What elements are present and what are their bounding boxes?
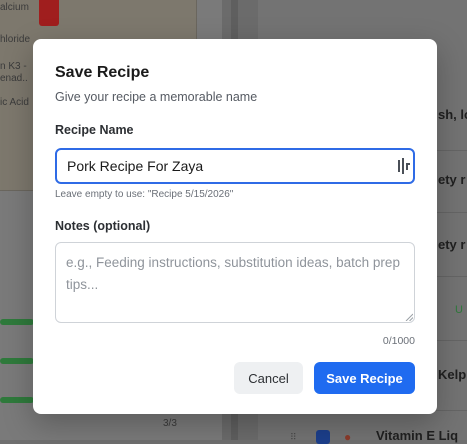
background-nutrient-label: ic Acid	[0, 97, 29, 108]
drag-handle-icon: ⠿	[290, 432, 298, 442]
background-checkbox	[316, 430, 330, 444]
recipe-name-hint: Leave empty to use: "Recipe 5/15/2026"	[55, 189, 234, 200]
cancel-button[interactable]: Cancel	[234, 362, 303, 394]
password-manager-icon[interactable]	[398, 158, 410, 174]
background-ingredient-name: sh, lo	[438, 107, 467, 122]
background-nutrient-label: alcium	[0, 2, 29, 13]
recipe-name-label: Recipe Name	[55, 123, 134, 137]
notes-character-counter: 0/1000	[382, 335, 415, 347]
background-nutrient-label: n K3 -	[0, 61, 27, 72]
background-nutrient-label: enad..	[0, 73, 28, 84]
pill-icon: ●	[344, 430, 352, 444]
background-progress-bar	[0, 319, 34, 325]
background-progress-bar	[0, 397, 34, 403]
dialog-subtitle: Give your recipe a memorable name	[55, 90, 258, 104]
notes-textarea[interactable]	[55, 242, 415, 323]
resize-grip-icon[interactable]	[405, 313, 413, 321]
background-ingredient-name: ety r	[438, 172, 466, 187]
background-ingredient-name: Vitamin E Liq	[376, 428, 459, 443]
background-ingredient-name: Kelp	[438, 367, 467, 382]
dialog-title: Save Recipe	[55, 64, 150, 81]
save-recipe-dialog: Save Recipe Give your recipe a memorable…	[33, 39, 437, 414]
background-nutrient-label: hloride	[0, 34, 31, 45]
background-status-text: U	[455, 304, 463, 316]
background-progress-bar	[0, 358, 34, 364]
recipe-name-input[interactable]	[55, 148, 415, 184]
background-ingredient-name: ety r	[438, 237, 466, 252]
notes-label: Notes (optional)	[55, 219, 151, 233]
background-set-count: 3/3	[163, 418, 177, 429]
background-red-bar	[39, 0, 59, 26]
save-recipe-button[interactable]: Save Recipe	[314, 362, 415, 394]
